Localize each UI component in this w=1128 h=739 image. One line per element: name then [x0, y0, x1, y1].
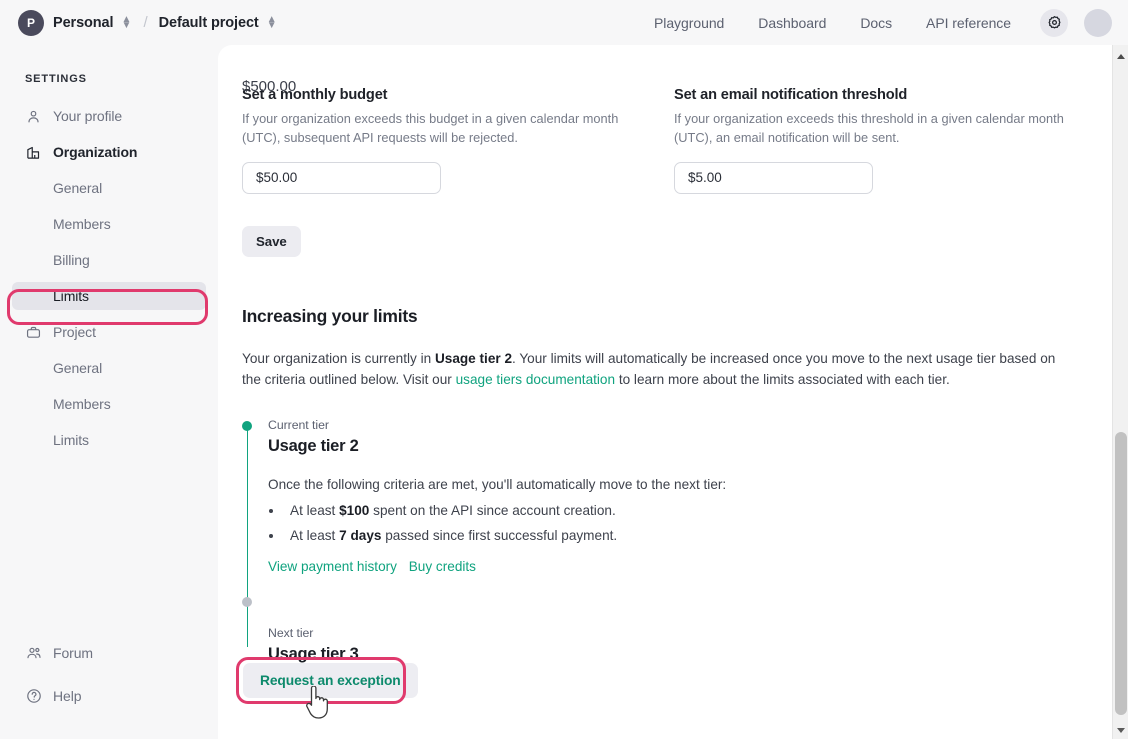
- monthly-budget-field: Set a monthly budget If your organizatio…: [242, 87, 672, 194]
- criteria-bold: $100: [339, 503, 369, 518]
- email-threshold-title: Set an email notification threshold: [674, 87, 1104, 103]
- breadcrumb: P Personal ▲▼ / Default project ▲▼: [18, 10, 278, 36]
- sidebar-item-label: Limits: [53, 288, 89, 304]
- increasing-limits-paragraph: Your organization is currently in Usage …: [242, 348, 1072, 390]
- monthly-budget-input[interactable]: [242, 162, 441, 194]
- nav-dashboard[interactable]: Dashboard: [741, 15, 843, 31]
- scroll-down-arrow-icon[interactable]: [1113, 722, 1128, 738]
- clipped-amount-text: $500.00: [242, 78, 296, 100]
- sidebar-item-project-members[interactable]: Members: [12, 390, 206, 418]
- project-name[interactable]: Default project: [159, 15, 259, 31]
- para-part-1: Your organization is currently in: [242, 351, 435, 366]
- sidebar-item-organization[interactable]: Organization: [12, 138, 206, 166]
- people-icon: [25, 645, 42, 662]
- criteria-suffix: spent on the API since account creation.: [369, 503, 615, 518]
- criteria-item: At least 7 days passed since first succe…: [284, 523, 1104, 548]
- usage-tier-timeline: Current tier Usage tier 2 Once the follo…: [242, 418, 1104, 664]
- mouse-cursor-pointer-icon: [305, 686, 331, 725]
- email-threshold-description: If your organization exceeds this thresh…: [674, 110, 1078, 148]
- criteria-list: At least $100 spent on the API since acc…: [284, 498, 1104, 548]
- sidebar-item-your-profile[interactable]: Your profile: [12, 102, 206, 130]
- view-payment-history-link[interactable]: View payment history: [268, 559, 397, 574]
- criteria-suffix: passed since first successful payment.: [381, 528, 617, 543]
- top-nav: Playground Dashboard Docs API reference: [637, 9, 1112, 37]
- sidebar-item-label: Members: [53, 396, 111, 412]
- criteria-intro: Once the following criteria are met, you…: [268, 477, 1104, 492]
- nav-playground[interactable]: Playground: [637, 15, 741, 31]
- para-part-3: to learn more about the limits associate…: [615, 372, 950, 387]
- nav-api-reference[interactable]: API reference: [909, 15, 1028, 31]
- next-tier-kicker: Next tier: [268, 626, 1104, 640]
- project-chevron-updown-icon[interactable]: ▲▼: [266, 17, 278, 29]
- sidebar-item-label: General: [53, 360, 102, 376]
- sidebar-heading: SETTINGS: [25, 73, 218, 85]
- sidebar-item-org-billing[interactable]: Billing: [12, 246, 206, 274]
- sidebar-item-project-general[interactable]: General: [12, 354, 206, 382]
- scroll-up-arrow-icon[interactable]: [1113, 48, 1128, 64]
- breadcrumb-separator: /: [143, 14, 147, 31]
- current-tier-kicker: Current tier: [268, 418, 1104, 432]
- usage-tiers-documentation-link[interactable]: usage tiers documentation: [456, 372, 615, 387]
- sidebar-item-label: Billing: [53, 252, 90, 268]
- sidebar-item-label: Help: [53, 688, 81, 704]
- sidebar-item-label: Members: [53, 216, 111, 232]
- sidebar-nav: Your profile Organization General Member…: [0, 102, 218, 454]
- next-tier-block: Next tier Usage tier 3: [268, 626, 1104, 664]
- monthly-budget-description: If your organization exceeds this budget…: [242, 110, 646, 148]
- sidebar-item-label: Forum: [53, 645, 93, 661]
- timeline-dot-next: [242, 597, 252, 607]
- sidebar-item-org-limits[interactable]: Limits: [12, 282, 206, 310]
- sidebar-bottom-nav: Forum Help: [0, 639, 218, 739]
- sidebar: SETTINGS Your profile Organization Gener…: [0, 45, 218, 739]
- sidebar-item-org-members[interactable]: Members: [12, 210, 206, 238]
- current-tier-block: Current tier Usage tier 2 Once the follo…: [268, 418, 1104, 574]
- vertical-scrollbar[interactable]: [1112, 45, 1128, 739]
- briefcase-icon: [25, 324, 42, 341]
- buy-credits-link[interactable]: Buy credits: [409, 559, 476, 574]
- next-tier-title: Usage tier 3: [268, 645, 1104, 664]
- avatar[interactable]: [1084, 9, 1112, 37]
- sidebar-item-label: Project: [53, 324, 96, 340]
- org-avatar: P: [18, 10, 44, 36]
- sidebar-item-label: General: [53, 180, 102, 196]
- org-name[interactable]: Personal: [53, 15, 113, 31]
- criteria-item: At least $100 spent on the API since acc…: [284, 498, 1104, 523]
- limit-fields-row: Set a monthly budget If your organizatio…: [242, 87, 1104, 194]
- org-chevron-updown-icon[interactable]: ▲▼: [120, 17, 132, 29]
- sidebar-item-org-general[interactable]: General: [12, 174, 206, 202]
- timeline-dot-current: [242, 421, 252, 431]
- criteria-prefix: At least: [290, 503, 339, 518]
- current-tier-bold: Usage tier 2: [435, 351, 512, 366]
- scrollbar-thumb[interactable]: [1115, 432, 1127, 715]
- sidebar-item-project[interactable]: Project: [12, 318, 206, 346]
- email-threshold-input[interactable]: [674, 162, 873, 194]
- question-circle-icon: [25, 688, 42, 705]
- sidebar-item-label: Limits: [53, 432, 89, 448]
- increasing-limits-title: Increasing your limits: [242, 306, 1104, 327]
- timeline-line: [247, 425, 249, 647]
- organization-icon: [25, 144, 42, 161]
- sidebar-item-help[interactable]: Help: [12, 682, 206, 710]
- nav-docs[interactable]: Docs: [843, 15, 909, 31]
- monthly-budget-title: Set a monthly budget: [242, 87, 672, 103]
- gear-icon[interactable]: [1040, 9, 1068, 37]
- criteria-bold: 7 days: [339, 528, 381, 543]
- sidebar-item-label: Your profile: [53, 108, 122, 124]
- sidebar-item-forum[interactable]: Forum: [12, 639, 206, 667]
- current-tier-title: Usage tier 2: [268, 437, 1104, 456]
- top-bar: P Personal ▲▼ / Default project ▲▼ Playg…: [0, 0, 1128, 45]
- criteria-prefix: At least: [290, 528, 339, 543]
- sidebar-item-label: Organization: [53, 144, 137, 160]
- sidebar-item-project-limits[interactable]: Limits: [12, 426, 206, 454]
- email-threshold-field: Set an email notification threshold If y…: [674, 87, 1104, 194]
- tier-links: View payment history Buy credits: [268, 559, 1104, 574]
- person-icon: [25, 108, 42, 125]
- main-content: $500.00 Set a monthly budget If your org…: [218, 45, 1128, 739]
- save-button[interactable]: Save: [242, 226, 301, 257]
